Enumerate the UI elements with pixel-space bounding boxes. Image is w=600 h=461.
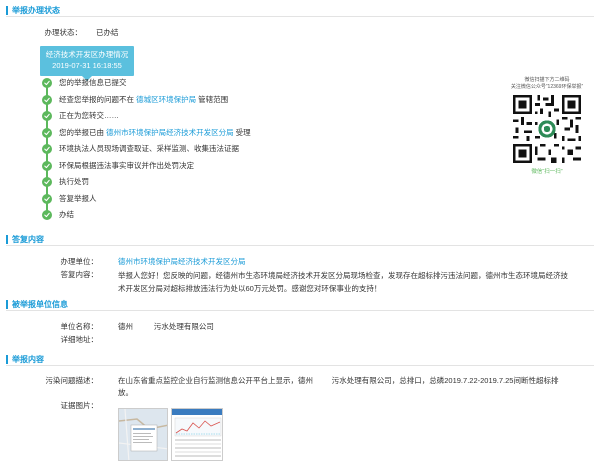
timeline-step-text: 环境执法人员现场调查取证、采样监测、收集违法证据	[59, 144, 239, 154]
timeline-step-prefix: 您的举报已由	[59, 127, 107, 137]
section-title: 被举报单位信息	[12, 300, 68, 309]
problem-label: 污染问题描述：	[45, 376, 99, 385]
evidence-image-1[interactable]	[118, 408, 168, 461]
evidence-map-screenshot	[119, 409, 167, 460]
evidence-image-2[interactable]	[171, 408, 223, 461]
qr-bottom-text: 微信“扫一扫”	[531, 169, 563, 175]
unit-address-label: 详细地址：	[60, 335, 99, 344]
section-title: 举报办理状态	[12, 6, 60, 15]
timeline-step-prefix: 您的举报信息已提交	[59, 78, 127, 87]
timeline-step-prefix: 执行处罚	[59, 177, 89, 186]
qr-caption-1: 微信扫描下方二维码	[524, 77, 570, 83]
problem-description: 在山东省重点监控企业自行监测信息公开平台上显示，德州 污水处理有限公司，总排口，…	[118, 375, 558, 399]
section-accent-bar	[6, 300, 8, 309]
qr-code-panel: 微信扫描下方二维码 关注微信公众号“12369环保举报” 微信“扫一扫”	[500, 77, 594, 175]
check-circle-icon	[42, 78, 52, 88]
qr-code-image	[513, 95, 581, 163]
timeline-step-text: 您的举报信息已提交	[59, 78, 127, 88]
timeline-step-text: 环保局根据违法事实审议并作出处罚决定	[59, 161, 194, 171]
timeline-step-suffix: 管辖范围	[196, 94, 229, 104]
timeline-step-prefix: 正在为您转交……	[59, 111, 119, 120]
check-circle-icon	[42, 111, 52, 121]
reply-content-label: 答复内容：	[60, 270, 99, 279]
section-accent-bar	[6, 6, 8, 15]
timeline-step-agency: 德州市环境保护局经济技术开发区分局	[106, 127, 234, 137]
status-box-time: 2019-07-31 16:18:55	[52, 61, 122, 70]
qr-caption-2: 关注微信公众号“12369环保举报”	[510, 84, 584, 90]
timeline-step-agency: 德城区环境保护局	[136, 94, 197, 104]
timeline-step-text: 正在为您转交……	[59, 111, 119, 121]
reply-content-value: 举报人您好！您反映的问题，经德州市生态环境局经济技术开发区分局现场检查，发现存在…	[118, 269, 568, 295]
timeline-step-text: 办结	[59, 210, 74, 220]
status-value: 已办结	[96, 28, 119, 37]
timeline-step-prefix: 环保局根据违法事实审议并作出处罚决定	[59, 160, 194, 170]
timeline-step-text: 答复举报人	[59, 194, 97, 204]
check-circle-icon	[42, 160, 52, 171]
section-header-report-content: 举报内容	[6, 353, 594, 366]
timeline-step-text: 经查您举报的问题不在 德城区环境保护局 管辖范围	[59, 95, 228, 105]
section-header-status: 举报办理状态	[6, 4, 594, 17]
timeline-step-prefix: 环境执法人员现场调查取证、采样监测、收集违法证据	[59, 144, 239, 153]
problem-line: 放。	[118, 388, 133, 397]
reply-unit-label: 办理单位：	[60, 257, 99, 266]
check-circle-icon	[42, 177, 52, 187]
check-circle-icon	[42, 127, 52, 138]
timeline-step-prefix: 答复举报人	[59, 193, 97, 203]
problem-line: 在山东省重点监控企业自行监测信息公开平台上显示，德州 污水处理有限公司，总排口，…	[118, 376, 559, 385]
timeline-step-text: 您的举报已由 德州市环境保护局经济技术开发区分局 受理	[59, 128, 251, 138]
timeline-step-text: 执行处罚	[59, 177, 89, 187]
check-circle-icon	[42, 210, 52, 220]
status-detail-box: 经济技术开发区办理情况 2019-07-31 16:18:55	[40, 46, 134, 81]
reply-content-line: 举报人您好！您反映的问题，经德州市生态环境局经济技术开发区分局现场检查，发现存在…	[118, 271, 568, 280]
section-header-reply: 答复内容	[6, 233, 594, 246]
reply-unit-value: 德州市环境保护局经济技术开发区分局	[118, 257, 246, 266]
timeline-step-prefix: 经查您举报的问题不在	[59, 94, 137, 104]
status-box-title: 经济技术开发区办理情况	[45, 50, 129, 59]
evidence-data-screenshot	[172, 409, 222, 457]
section-accent-bar	[6, 235, 8, 244]
section-header-reported-unit: 被举报单位信息	[6, 298, 594, 311]
timeline-step-prefix: 办结	[59, 210, 74, 219]
unit-name-value: 德州 污水处理有限公司	[118, 322, 214, 331]
section-accent-bar	[6, 355, 8, 364]
check-circle-icon	[42, 193, 52, 204]
status-label: 办理状态：	[44, 28, 83, 37]
reply-content-line: 术开发区分局对超标排放违法行为处以60万元处罚。感谢您对环保事业的支持！	[118, 284, 382, 293]
unit-name-label: 单位名称：	[60, 322, 99, 331]
check-circle-icon	[42, 144, 52, 154]
timeline-step-suffix: 受理	[233, 127, 251, 137]
evidence-label: 证据图片：	[60, 401, 99, 410]
check-circle-icon	[42, 94, 52, 105]
section-title: 答复内容	[12, 235, 44, 244]
section-title: 举报内容	[12, 355, 44, 364]
